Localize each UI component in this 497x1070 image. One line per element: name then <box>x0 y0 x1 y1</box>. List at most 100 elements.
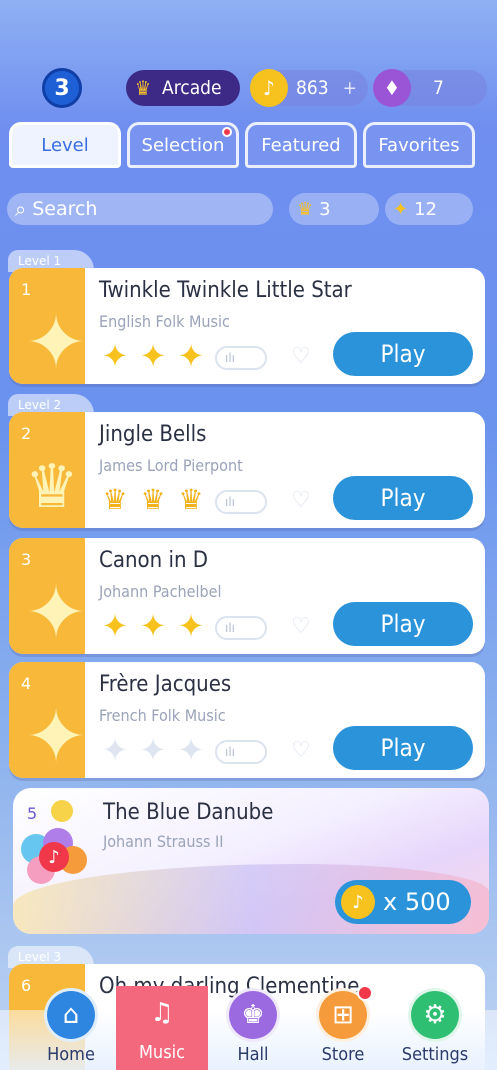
arcade-button[interactable]: ♛ Arcade <box>126 70 240 106</box>
play-button[interactable]: Play <box>333 332 473 376</box>
star-icon: ✦ <box>101 731 129 769</box>
nav-settings[interactable]: ⚙ Settings <box>390 988 480 1070</box>
coins-add-button[interactable]: + <box>343 77 357 99</box>
star-icon: ✦ <box>101 607 129 645</box>
song-number: 1 <box>21 280 32 299</box>
crown-icon: ♛ <box>140 483 166 516</box>
crown-icon: ♛ <box>102 483 128 516</box>
song-title: The Blue Danube <box>103 800 274 825</box>
bottom-nav: ⌂ Home ♫ Music ♚ Hall ⊞ Store ⚙ Settings <box>0 980 497 1070</box>
crown-icon: ♛ <box>25 452 79 522</box>
music-icon: ♫ <box>135 986 189 1040</box>
difficulty-meter-icon: ılı <box>215 490 267 514</box>
star-icon: ✦ <box>177 337 205 375</box>
nav-hall[interactable]: ♚ Hall <box>208 988 298 1070</box>
crown-icon: ♛ <box>178 483 204 516</box>
search-input[interactable]: ⌕ Search <box>7 193 273 225</box>
play-button[interactable]: Play <box>333 476 473 520</box>
star-icon: ✦ <box>139 337 167 375</box>
star-icon: ✦ <box>25 694 88 778</box>
locked-song-card[interactable]: 5 ♪ The Blue Danube Johann Strauss II ♪ … <box>13 788 489 934</box>
song-number: 2 <box>21 424 32 443</box>
nav-hall-label: Hall <box>237 1044 269 1065</box>
nav-home[interactable]: ⌂ Home <box>26 988 116 1070</box>
trophy-icon: ♚ <box>226 988 280 1042</box>
crown-icon: ♛ <box>297 198 314 220</box>
song-artist: Johann Strauss II <box>103 832 224 851</box>
unlock-price: x 500 <box>383 888 451 916</box>
crown-icon: ♛ <box>134 76 152 100</box>
search-row: ⌕ Search ♛ 3 ✦ 12 <box>7 193 490 227</box>
tab-favorites[interactable]: Favorites <box>363 122 475 168</box>
tab-featured[interactable]: Featured <box>245 122 357 168</box>
song-artist: English Folk Music <box>99 312 230 331</box>
search-placeholder: Search <box>32 198 98 220</box>
coins-value: 863 <box>296 77 329 99</box>
star-icon: ✦ <box>25 300 88 384</box>
song-card[interactable]: 3 ✦ Canon in D Johann Pachelbel ✦ ✦ ✦ ıl… <box>9 538 485 654</box>
song-card[interactable]: 4 ✦ Frère Jacques French Folk Music ✦ ✦ … <box>9 662 485 778</box>
gems-counter[interactable]: ♦ 7 <box>373 69 487 107</box>
song-title: Frère Jacques <box>99 672 232 697</box>
tab-selection-label: Selection <box>141 134 225 156</box>
nav-store[interactable]: ⊞ Store <box>298 985 388 1070</box>
favorite-heart-icon[interactable]: ♡ <box>291 738 311 763</box>
difficulty-meter-icon: ılı <box>215 740 267 764</box>
nav-music-label: Music <box>138 1042 186 1063</box>
category-tabs: Level Selection Featured Favorites <box>9 122 489 170</box>
coin-note-icon: ♪ <box>250 69 288 107</box>
song-artist: Johann Pachelbel <box>99 582 222 601</box>
difficulty-meter-icon: ılı <box>215 616 267 640</box>
tab-level[interactable]: Level <box>9 122 121 168</box>
player-level-badge[interactable]: 3 <box>42 68 82 108</box>
song-number: 5 <box>27 804 38 823</box>
song-card[interactable]: 2 ♛ Jingle Bells James Lord Pierpont ♛ ♛… <box>9 412 485 528</box>
search-icon: ⌕ <box>15 197 27 221</box>
gems-value: 7 <box>433 77 444 99</box>
star-icon: ✦ <box>101 337 129 375</box>
song-card-side: 1 ✦ <box>9 268 87 384</box>
song-card-side: 4 ✦ <box>9 662 87 778</box>
play-button[interactable]: Play <box>333 602 473 646</box>
notification-dot <box>222 127 232 137</box>
gear-icon: ⚙ <box>408 988 462 1042</box>
difficulty-meter-icon: ılı <box>215 346 267 370</box>
arcade-label: Arcade <box>162 77 222 99</box>
nav-home-label: Home <box>47 1044 95 1065</box>
star-icon: ✦ <box>139 607 167 645</box>
song-card[interactable]: 1 ✦ Twinkle Twinkle Little Star English … <box>9 268 485 384</box>
unlock-price-button[interactable]: ♪ x 500 <box>335 880 471 924</box>
crowns-value: 3 <box>319 198 331 220</box>
favorite-heart-icon[interactable]: ♡ <box>291 488 311 513</box>
song-artist: James Lord Pierpont <box>99 456 243 475</box>
song-card-side: 3 ✦ <box>9 538 87 654</box>
crowns-counter[interactable]: ♛ 3 <box>289 193 379 225</box>
song-rating: ✦ ✦ ✦ <box>97 608 209 644</box>
favorite-heart-icon[interactable]: ♡ <box>291 614 311 639</box>
nav-music[interactable]: ♫ Music <box>116 986 208 1070</box>
nav-settings-label: Settings <box>401 1044 469 1065</box>
cart-icon: ⊞ <box>316 985 373 1042</box>
song-rating: ✦ ✦ ✦ <box>97 338 209 374</box>
song-title: Twinkle Twinkle Little Star <box>99 278 352 303</box>
nav-store-label: Store <box>321 1044 365 1065</box>
tab-selection[interactable]: Selection <box>127 122 239 168</box>
favorite-heart-icon[interactable]: ♡ <box>291 344 311 369</box>
star-icon: ✦ <box>25 570 88 654</box>
notification-dot <box>357 985 373 1001</box>
diamond-icon: ♦ <box>373 69 411 107</box>
stars-value: 12 <box>414 198 437 220</box>
stars-counter[interactable]: ✦ 12 <box>385 193 473 225</box>
song-number: 3 <box>21 550 32 569</box>
play-button[interactable]: Play <box>333 726 473 770</box>
song-rating: ✦ ✦ ✦ <box>97 732 209 768</box>
star-icon: ✦ <box>177 731 205 769</box>
song-number: 4 <box>21 674 32 693</box>
coins-counter[interactable]: ♪ 863 + <box>250 69 368 107</box>
home-icon: ⌂ <box>44 988 98 1042</box>
song-card-side: 2 ♛ <box>9 412 85 528</box>
song-rating: ♛ ♛ ♛ <box>97 482 209 518</box>
song-title: Canon in D <box>99 548 209 573</box>
song-title: Jingle Bells <box>99 422 207 447</box>
star-icon: ✦ <box>177 607 205 645</box>
